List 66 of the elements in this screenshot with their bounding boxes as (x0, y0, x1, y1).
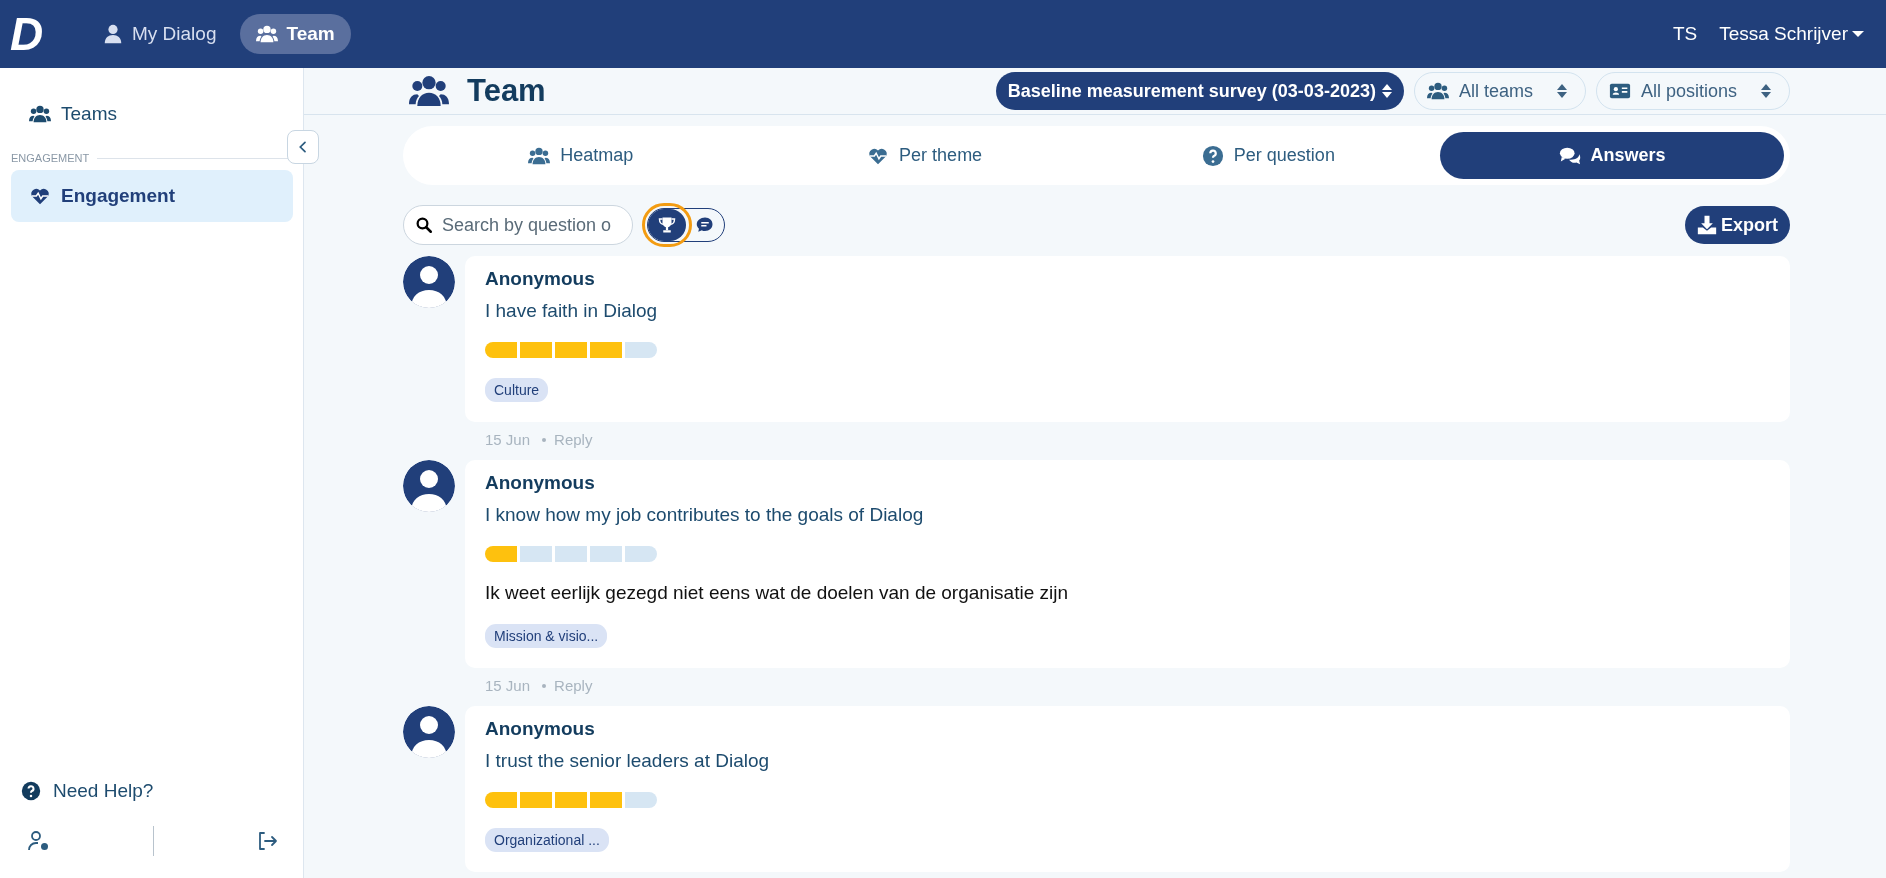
user-settings-icon[interactable] (27, 829, 51, 853)
logo[interactable]: D (10, 11, 52, 57)
sidebar-item[interactable]: Teams (11, 88, 293, 140)
question-text: I have faith in Dialog (485, 300, 658, 322)
nav-item[interactable]: My Dialog (86, 14, 233, 54)
teams-select[interactable]: All teams (1413, 72, 1586, 110)
tab[interactable]: Answers (1440, 132, 1784, 179)
help-link[interactable]: Need Help? (11, 780, 293, 802)
sidebar-item[interactable]: Engagement (11, 170, 293, 222)
date-text: 15 Jun (485, 431, 531, 448)
theme-tag: Organizational ... (485, 828, 609, 852)
search-field[interactable]: Search by question o (403, 205, 633, 245)
theme-tag: Culture (485, 378, 549, 402)
nav-item[interactable]: Team (240, 14, 351, 54)
person-icon (102, 23, 124, 45)
rating-segment (520, 792, 552, 808)
chat-bubble-icon (696, 216, 714, 234)
sort-arrows-icon (1381, 84, 1392, 98)
export-button[interactable]: Export (1685, 206, 1790, 244)
rating-segment (485, 792, 517, 808)
user-initials: TS (1672, 23, 1698, 45)
avatar-icon (403, 706, 455, 758)
rating-segment (520, 546, 552, 562)
rating-segment (485, 546, 517, 562)
survey-select[interactable]: Baseline measurement survey (03-03-2023) (995, 72, 1404, 110)
tab[interactable]: Heatmap (409, 132, 753, 179)
rating-segment (625, 342, 657, 358)
caret-icon (1852, 31, 1864, 37)
author-name: Anonymous (485, 472, 595, 494)
tab[interactable]: Per theme (752, 132, 1097, 179)
tab[interactable]: Per question (1096, 132, 1441, 179)
avatar-icon (403, 256, 455, 308)
positions-select[interactable]: All positions (1595, 72, 1790, 110)
rating-segment (590, 342, 622, 358)
author-name: Anonymous (485, 718, 595, 740)
page-title: Team (403, 71, 546, 111)
answer-comment: Ik weet eerlijk gezegd niet eens wat de doelen van de organisatie zijn (485, 582, 1069, 604)
author-name: Anonymous (485, 268, 595, 290)
question-text: I trust the senior leaders at Dialog (485, 750, 770, 772)
rating-segment (555, 792, 587, 808)
users-icon (1426, 80, 1449, 102)
rating-segment (555, 342, 587, 358)
question-icon (1201, 144, 1224, 167)
question-icon (21, 781, 41, 801)
user-menu[interactable]: Tessa Schrijver (1719, 23, 1864, 45)
rating-segment (590, 792, 622, 808)
section-label: ENGAGEMENT (11, 152, 90, 164)
rating-segment (625, 546, 657, 562)
rating-segment (590, 546, 622, 562)
download-icon (1697, 215, 1717, 235)
question-text: I know how my job contributes to the goals of Dialog (485, 504, 924, 526)
rating-segment (520, 342, 552, 358)
date-text: 15 Jun (485, 677, 531, 694)
trophy-icon (658, 216, 676, 234)
dot-separator (542, 683, 547, 688)
rating-segment (625, 792, 657, 808)
users-icon (256, 23, 279, 45)
avatar-icon (403, 460, 455, 512)
search-icon (415, 216, 433, 234)
sort-arrows-icon (1761, 84, 1771, 98)
sort-arrows-icon (1556, 84, 1567, 98)
rating-segment (485, 342, 517, 358)
dot-separator (542, 437, 547, 442)
rating-segment (555, 546, 587, 562)
theme-tag: Mission & visio... (485, 624, 608, 648)
users-icon (29, 103, 51, 125)
